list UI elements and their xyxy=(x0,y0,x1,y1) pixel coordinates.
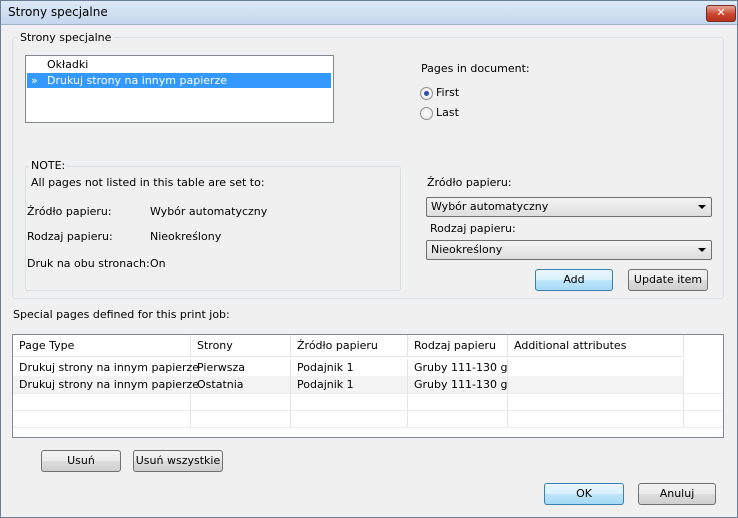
empty-table-cell xyxy=(291,393,408,410)
radio-button[interactable] xyxy=(420,87,433,100)
empty-table-cell xyxy=(508,393,684,410)
remove-button[interactable]: Usuń xyxy=(41,450,121,472)
pages-in-document-label: Pages in document: xyxy=(421,62,530,75)
window-title: Strony specjalne xyxy=(8,5,108,19)
cancel-button[interactable]: Anuluj xyxy=(638,483,716,505)
paper-type-value: Nieokreślony xyxy=(431,243,503,256)
radio-button[interactable] xyxy=(420,107,433,120)
chevron-down-icon xyxy=(698,205,706,209)
table-cell xyxy=(508,359,684,376)
empty-table-cell xyxy=(508,410,684,427)
empty-table-cell xyxy=(291,410,408,427)
paper-type-select[interactable]: Nieokreślony xyxy=(426,240,712,260)
table-cell: Gruby 111-130 g xyxy=(408,376,508,393)
column-header-paper-type[interactable]: Rodzaj papieru xyxy=(408,335,508,357)
note-source-value: Wybór automatyczny xyxy=(150,205,268,218)
table-cell: Podajnik 1 xyxy=(291,376,408,393)
special-pages-legend: Strony specjalne xyxy=(18,31,114,44)
note-type-value: Nieokreślony xyxy=(150,230,222,243)
empty-table-cell xyxy=(408,393,508,410)
table-cell: Ostatnia xyxy=(191,376,291,393)
table-cell: Pierwsza xyxy=(191,359,291,376)
note-source-key: Źródło papieru: xyxy=(27,205,112,218)
close-icon: ✕ xyxy=(716,6,726,19)
paper-source-label: Źródło papieru: xyxy=(427,176,512,189)
table-cell: Gruby 111-130 g xyxy=(408,359,508,376)
list-item-label: Okładki xyxy=(47,58,89,71)
empty-table-cell xyxy=(408,410,508,427)
dialog-window: Strony specjalne ✕ Strony specjalne Okła… xyxy=(0,0,738,518)
row-divider xyxy=(13,393,723,394)
radio-selected-dot xyxy=(424,91,429,96)
row-divider xyxy=(13,427,723,428)
empty-table-cell xyxy=(191,393,291,410)
selection-marker-icon: » xyxy=(31,74,38,87)
column-header-additional-attributes[interactable]: Additional attributes xyxy=(508,335,684,357)
column-header-page-type[interactable]: Page Type xyxy=(13,335,191,357)
table-cell: Drukuj strony na innym papierze xyxy=(13,376,199,393)
special-pages-table[interactable]: Page Type Strony Źródło papieru Rodzaj p… xyxy=(12,334,724,438)
remove-all-button[interactable]: Usuń wszystkie xyxy=(133,450,223,472)
table-cell: Drukuj strony na innym papierze xyxy=(13,359,199,376)
chevron-down-icon xyxy=(698,248,706,252)
note-intro: All pages not listed in this table are s… xyxy=(31,176,265,189)
close-button[interactable]: ✕ xyxy=(706,5,736,22)
table-cell: Podajnik 1 xyxy=(291,359,408,376)
special-pages-table-caption: Special pages defined for this print job… xyxy=(13,308,230,321)
ok-button[interactable]: OK xyxy=(544,483,624,505)
title-bar: Strony specjalne ✕ xyxy=(1,1,737,25)
note-duplex-value: On xyxy=(150,257,166,270)
list-item-covers[interactable]: Okładki xyxy=(27,57,331,72)
column-header-paper-source[interactable]: Źródło papieru xyxy=(291,335,408,357)
paper-source-select[interactable]: Wybór automatyczny xyxy=(426,197,712,217)
table-cell xyxy=(508,376,684,393)
row-divider xyxy=(13,410,723,411)
empty-table-cell xyxy=(13,410,191,427)
update-item-button[interactable]: Update item xyxy=(628,269,708,291)
list-item-label: Drukuj strony na innym papierze xyxy=(47,74,228,87)
radio-first-label: First xyxy=(436,86,460,99)
note-legend: NOTE: xyxy=(29,159,68,172)
empty-table-cell xyxy=(191,410,291,427)
note-type-key: Rodzaj papieru: xyxy=(27,230,113,243)
special-pages-list[interactable]: Okładki » Drukuj strony na innym papierz… xyxy=(25,55,334,123)
empty-table-cell xyxy=(13,393,191,410)
add-button[interactable]: Add xyxy=(535,269,613,291)
paper-type-label: Rodzaj papieru: xyxy=(430,222,516,235)
column-header-pages[interactable]: Strony xyxy=(191,335,291,357)
note-duplex-key: Druk na obu stronach: xyxy=(27,257,150,270)
paper-source-value: Wybór automatyczny xyxy=(431,200,549,213)
radio-last-label: Last xyxy=(436,106,459,119)
list-item-different-paper[interactable]: » Drukuj strony na innym papierze xyxy=(27,73,331,88)
